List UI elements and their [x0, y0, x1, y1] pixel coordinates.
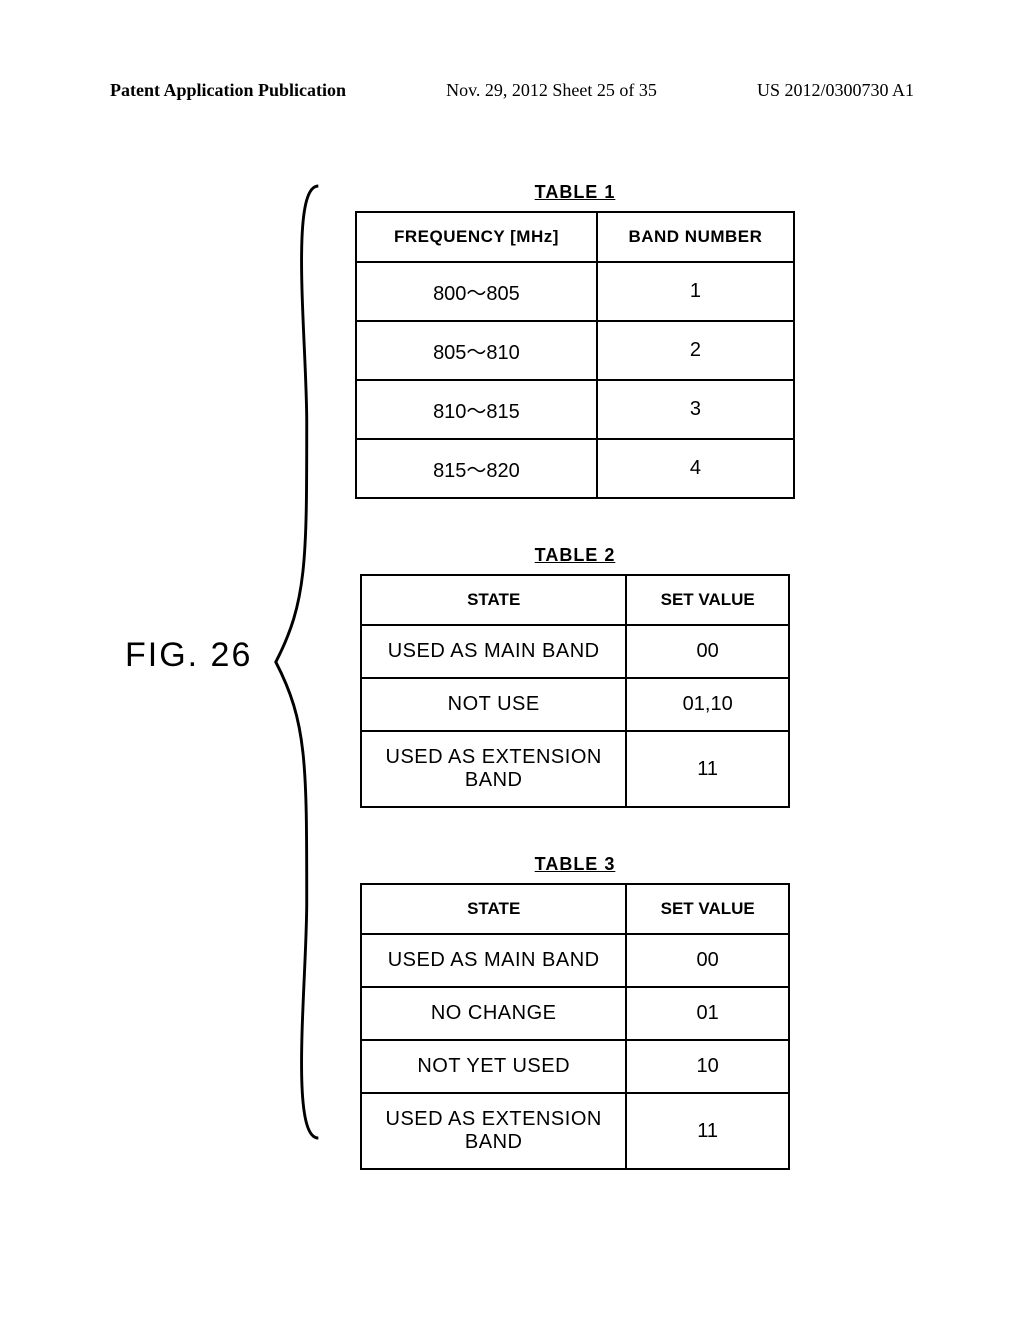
tables-column: TABLE 1 FREQUENCY [MHz] BAND NUMBER 800～… — [340, 182, 810, 1170]
table-1-r1c1: 2 — [597, 321, 794, 380]
table-3-r3c0: USED AS EXTENSION BAND — [361, 1093, 626, 1169]
table-3-r2c1: 10 — [626, 1040, 789, 1093]
table-1-r2c0: 810～815 — [356, 380, 597, 439]
table-1-r2c1: 3 — [597, 380, 794, 439]
table-1-h1: FREQUENCY [MHz] — [356, 212, 597, 262]
table-1-r3c0: 815～820 — [356, 439, 597, 498]
table-row: 800～805 1 — [356, 262, 794, 321]
table-1-r1c0: 805～810 — [356, 321, 597, 380]
table-2-h1: STATE — [361, 575, 626, 625]
table-2-r0c1: 00 — [626, 625, 789, 678]
figure-label: FIG. 26 — [125, 636, 252, 675]
table-2-r2c1: 11 — [626, 731, 789, 807]
table-1: TABLE 1 FREQUENCY [MHz] BAND NUMBER 800～… — [355, 182, 795, 499]
table-2-r1c1: 01,10 — [626, 678, 789, 731]
table-2-r1c0: NOT USE — [361, 678, 626, 731]
table-row: USED AS MAIN BAND 00 — [361, 934, 789, 987]
table-row: NOT USE 01,10 — [361, 678, 789, 731]
table-3-r0c0: USED AS MAIN BAND — [361, 934, 626, 987]
table-1-title: TABLE 1 — [355, 182, 795, 203]
table-row: 810～815 3 — [356, 380, 794, 439]
table-2: TABLE 2 STATE SET VALUE USED AS MAIN BAN… — [360, 545, 790, 808]
table-3-r3c1: 11 — [626, 1093, 789, 1169]
table-3-r1c0: NO CHANGE — [361, 987, 626, 1040]
table-1-grid: FREQUENCY [MHz] BAND NUMBER 800～805 1 80… — [355, 211, 795, 499]
table-row: FREQUENCY [MHz] BAND NUMBER — [356, 212, 794, 262]
table-row: STATE SET VALUE — [361, 884, 789, 934]
table-row: USED AS EXTENSION BAND 11 — [361, 731, 789, 807]
table-2-grid: STATE SET VALUE USED AS MAIN BAND 00 NOT… — [360, 574, 790, 808]
table-1-r3c1: 4 — [597, 439, 794, 498]
table-1-r0c1: 1 — [597, 262, 794, 321]
table-2-r0c0: USED AS MAIN BAND — [361, 625, 626, 678]
header-mid: Nov. 29, 2012 Sheet 25 of 35 — [446, 80, 657, 101]
table-1-h2: BAND NUMBER — [597, 212, 794, 262]
header-left: Patent Application Publication — [110, 80, 346, 101]
page-header: Patent Application Publication Nov. 29, … — [110, 80, 914, 101]
curly-brace-icon — [270, 182, 328, 1142]
table-3: TABLE 3 STATE SET VALUE USED AS MAIN BAN… — [360, 854, 790, 1170]
table-3-r0c1: 00 — [626, 934, 789, 987]
table-row: STATE SET VALUE — [361, 575, 789, 625]
table-row: 815～820 4 — [356, 439, 794, 498]
table-row: NOT YET USED 10 — [361, 1040, 789, 1093]
table-3-r2c0: NOT YET USED — [361, 1040, 626, 1093]
table-3-title: TABLE 3 — [360, 854, 790, 875]
table-2-r2c0: USED AS EXTENSION BAND — [361, 731, 626, 807]
table-3-grid: STATE SET VALUE USED AS MAIN BAND 00 NO … — [360, 883, 790, 1170]
table-3-r1c1: 01 — [626, 987, 789, 1040]
table-2-title: TABLE 2 — [360, 545, 790, 566]
header-right: US 2012/0300730 A1 — [757, 80, 914, 101]
table-3-h1: STATE — [361, 884, 626, 934]
table-row: USED AS EXTENSION BAND 11 — [361, 1093, 789, 1169]
table-row: 805～810 2 — [356, 321, 794, 380]
table-2-h2: SET VALUE — [626, 575, 789, 625]
table-row: NO CHANGE 01 — [361, 987, 789, 1040]
table-3-h2: SET VALUE — [626, 884, 789, 934]
table-1-r0c0: 800～805 — [356, 262, 597, 321]
table-row: USED AS MAIN BAND 00 — [361, 625, 789, 678]
